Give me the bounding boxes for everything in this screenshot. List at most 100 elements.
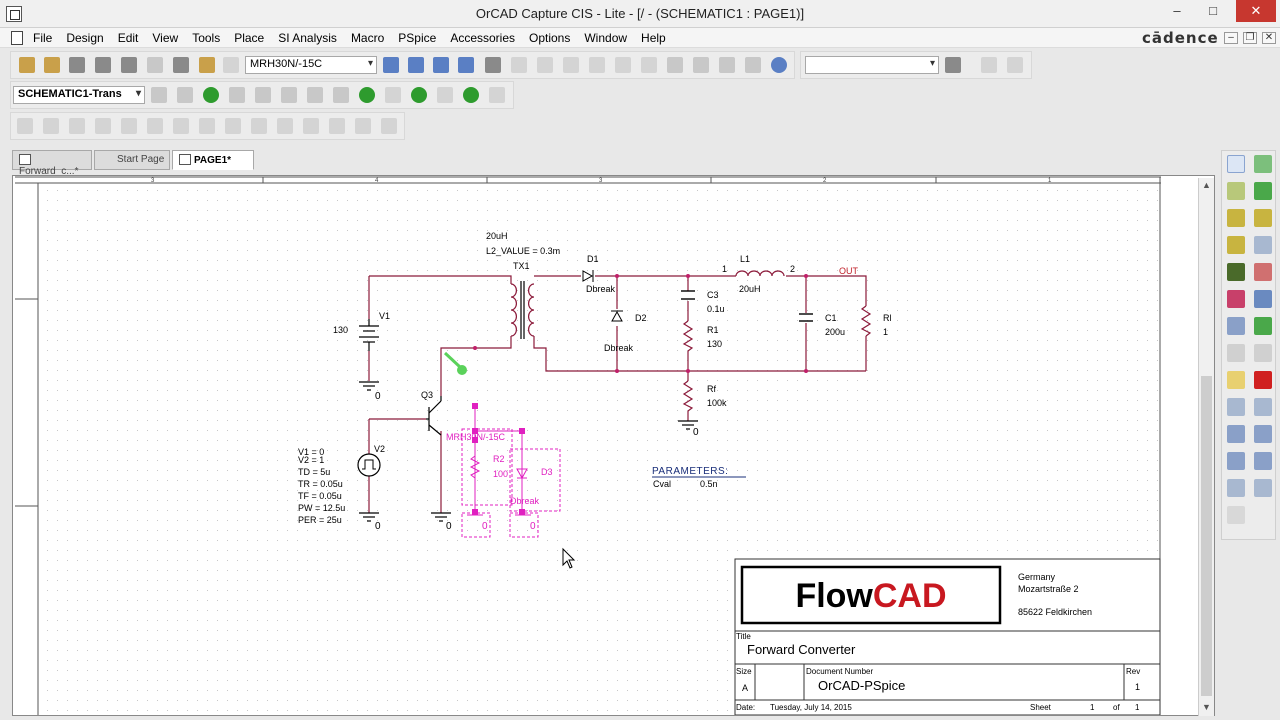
menu-macro[interactable]: Macro [350,30,385,46]
close-button[interactable]: ✕ [1236,0,1276,22]
place-ground-icon[interactable] [1227,317,1245,335]
distribute-icon[interactable] [147,118,163,134]
mdi-minimize-button[interactable]: – [1224,32,1238,44]
bias-current-toggle-icon[interactable] [437,87,453,103]
place-net-alias-icon[interactable] [1254,236,1272,254]
tab-start-page[interactable]: Start Page [94,150,170,170]
place-net-group-icon[interactable] [1254,182,1272,200]
place-text-icon[interactable] [1254,479,1272,497]
edit-profile-icon[interactable] [177,87,193,103]
l1-value-label[interactable]: 20uH [486,231,508,241]
q3-model-label[interactable]: MRH30N/-15C [446,432,506,442]
rev-field-value[interactable]: 1 [1135,682,1140,692]
l1-label[interactable]: L1 [740,254,750,264]
back-annotate-icon[interactable] [537,57,553,73]
align-top-icon[interactable] [69,118,85,134]
menu-si-analysis[interactable]: SI Analysis [277,30,338,46]
paste-icon[interactable] [173,57,189,73]
annotate-icon[interactable] [511,57,527,73]
menu-place[interactable]: Place [233,30,265,46]
part-combo[interactable]: MRH30N/-15C ▾ [245,56,377,74]
d1-model-label[interactable]: Dbreak [586,284,616,294]
rf-value-label[interactable]: 100k [707,398,727,408]
open-icon[interactable] [44,57,60,73]
place-off-page-connector-icon[interactable] [1227,371,1245,389]
place-elliptical-arc-icon[interactable] [1254,452,1272,470]
snap-grid-icon[interactable] [667,57,683,73]
v1-value-label[interactable]: 130 [333,325,348,335]
rf-label[interactable]: Rf [707,384,716,394]
move-icon[interactable] [355,118,371,134]
q3-label[interactable]: Q3 [421,390,433,400]
new-icon[interactable] [19,57,35,73]
new-profile-icon[interactable] [151,87,167,103]
drag-connected-icon[interactable] [719,57,735,73]
help-icon[interactable] [771,57,787,73]
align-left-icon[interactable] [17,118,33,134]
place-rectangle-icon[interactable] [1227,425,1245,443]
align-right-icon[interactable] [43,118,59,134]
menu-help[interactable]: Help [640,30,667,46]
rotate-icon[interactable] [173,118,189,134]
v2-label[interactable]: V2 [374,444,385,454]
simulation-profile-combo[interactable]: SCHEMATIC1-Trans ▾ [13,86,145,104]
bias-voltage-toggle-icon[interactable] [385,87,401,103]
c1-label[interactable]: C1 [825,313,837,323]
place-line-icon[interactable] [1227,398,1245,416]
place-ellipse-icon[interactable] [1254,425,1272,443]
netlist-icon[interactable] [589,57,605,73]
rl-value-label[interactable]: 1 [883,327,888,337]
place-junction-icon[interactable] [1254,263,1272,281]
bias-power-icon[interactable] [463,87,479,103]
schematic-canvas[interactable]: 3 4 3 2 1 20uH L2_VALUE = 0.3m TX1 D1 Db… [12,175,1215,716]
menu-options[interactable]: Options [528,30,571,46]
previous-icon[interactable] [981,57,997,73]
view-results-icon[interactable] [229,87,245,103]
place-hierarchical-block-icon[interactable] [1254,317,1272,335]
menu-window[interactable]: Window [583,30,628,46]
tab-page1[interactable]: PAGE1* [172,150,254,170]
document-icon[interactable] [11,31,23,45]
auto-connect-two-points-icon[interactable] [1227,209,1245,227]
bill-of-materials-icon[interactable] [641,57,657,73]
redo-icon[interactable] [223,57,239,73]
rl-label[interactable]: Rl [883,313,892,323]
place-ieee-symbol-icon[interactable] [1227,506,1245,524]
pulse-source-v2[interactable] [357,453,381,477]
menu-view[interactable]: View [151,30,179,46]
bias-power-toggle-icon[interactable] [489,87,505,103]
drc-icon[interactable] [563,57,579,73]
tx1-label[interactable]: TX1 [513,261,530,271]
tab-forward-converter[interactable]: Forward_c...* [12,150,92,177]
group-icon[interactable] [225,118,241,134]
l1-inductance-label[interactable]: 20uH [739,284,761,294]
mdi-close-button[interactable]: ✕ [1262,32,1276,44]
copy-icon[interactable] [147,57,163,73]
edit-properties-icon[interactable] [329,118,345,134]
cross-reference-icon[interactable] [615,57,631,73]
place-port-icon[interactable] [1227,344,1245,362]
cut-tool-icon[interactable] [277,118,293,134]
r2-value-label[interactable]: 100 [493,469,508,479]
align-center-icon[interactable] [121,118,137,134]
menu-design[interactable]: Design [65,30,104,46]
run-icon[interactable] [203,87,219,103]
scroll-down-icon[interactable]: ▼ [1202,702,1211,712]
mdi-restore-button[interactable]: ❐ [1243,32,1257,44]
menu-edit[interactable]: Edit [117,30,140,46]
docnum-field-value[interactable]: OrCAD-PSpice [818,678,905,693]
visibility-icon[interactable] [485,57,501,73]
d3-model-label[interactable]: Dbreak [510,496,540,506]
menu-accessories[interactable]: Accessories [449,30,516,46]
d2-model-label[interactable]: Dbreak [604,343,634,353]
v1-label[interactable]: V1 [379,311,390,321]
title-field-value[interactable]: Forward Converter [747,642,856,657]
auto-connect-bus-icon[interactable] [1227,236,1245,254]
select-tool-icon[interactable] [1227,155,1245,173]
area-select-icon[interactable] [693,57,709,73]
place-polyline-icon[interactable] [1254,398,1272,416]
menu-file[interactable]: File [32,30,53,46]
zoom-out-icon[interactable] [408,57,424,73]
power-marker-icon[interactable] [333,87,349,103]
print-icon[interactable] [95,57,111,73]
